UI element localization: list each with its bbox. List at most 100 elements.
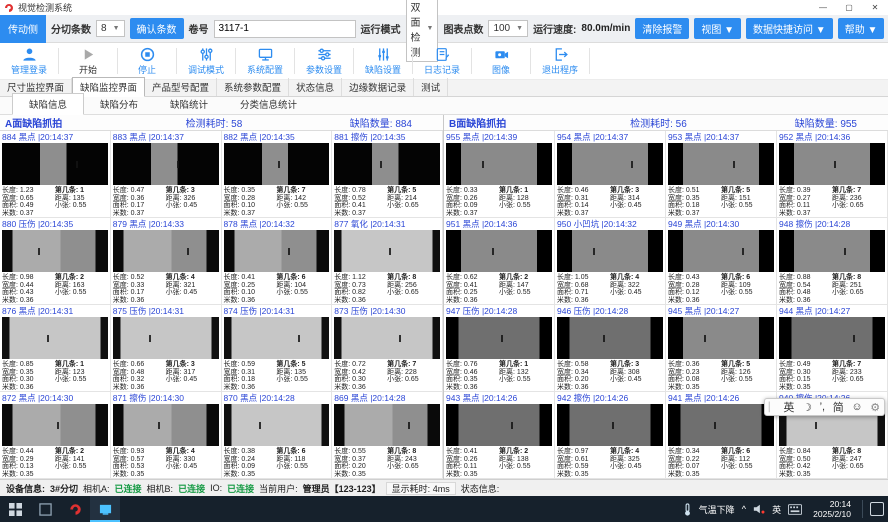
defect-image[interactable] bbox=[446, 404, 552, 446]
start-button[interactable]: 开始 bbox=[61, 47, 115, 76]
roll-input[interactable] bbox=[214, 20, 356, 38]
active-app-taskbar-icon[interactable] bbox=[90, 496, 120, 522]
defect-cell[interactable]: 873 压伤 |20:14:30 长度: 0.72 宽度: 0.42 面积: 0… bbox=[332, 305, 443, 392]
defect-image[interactable] bbox=[668, 317, 774, 359]
defect-image[interactable] bbox=[113, 404, 219, 446]
clear-alarm-button[interactable]: 清除报警 bbox=[635, 18, 689, 39]
defect-cell[interactable]: 876 黑点 |20:14:31 长度: 0.85 宽度: 0.35 面积: 0… bbox=[0, 305, 111, 392]
weather-status[interactable]: 气温下降 bbox=[699, 503, 735, 516]
ime-simplified-button[interactable]: 简 bbox=[833, 399, 844, 415]
defect-image[interactable] bbox=[224, 230, 330, 272]
defect-settings-button[interactable]: 缺陷设置 bbox=[356, 47, 410, 76]
defect-cell[interactable]: 880 压伤 |20:14:35 长度: 0.98 宽度: 0.44 面积: 0… bbox=[0, 218, 111, 305]
defect-cell[interactable]: 955 黑点 |20:14:39 长度: 0.33 宽度: 0.26 面积: 0… bbox=[444, 131, 555, 218]
defect-cell[interactable]: 947 压伤 |20:14:28 长度: 0.76 宽度: 0.46 面积: 0… bbox=[444, 305, 555, 392]
defect-image[interactable] bbox=[668, 230, 774, 272]
defect-image[interactable] bbox=[113, 317, 219, 359]
admin-login-button[interactable]: 管理登录 bbox=[2, 47, 56, 76]
defect-cell[interactable]: 951 黑点 |20:14:36 长度: 0.62 宽度: 0.41 面积: 0… bbox=[444, 218, 555, 305]
defect-cell[interactable]: 869 黑点 |20:14:28 长度: 0.55 宽度: 0.37 面积: 0… bbox=[332, 392, 443, 479]
debug-mode-button[interactable]: 调试模式 bbox=[179, 47, 233, 76]
defect-image[interactable] bbox=[446, 143, 552, 185]
defect-image[interactable] bbox=[113, 230, 219, 272]
view-menu-button[interactable]: 视图 ▼ bbox=[694, 18, 741, 39]
subtab-缺陷统计[interactable]: 缺陷统计 bbox=[154, 94, 224, 114]
chart-points-select[interactable]: 100▼ bbox=[488, 20, 528, 37]
ime-punctuation-button[interactable]: ’, bbox=[820, 401, 826, 413]
defect-cell[interactable]: 883 黑点 |20:14:37 长度: 0.47 宽度: 0.36 面积: 0… bbox=[111, 131, 222, 218]
defect-cell[interactable]: 942 擦伤 |20:14:26 长度: 0.97 宽度: 0.61 面积: 0… bbox=[555, 392, 666, 479]
log-record-button[interactable]: 日志记录 bbox=[415, 47, 469, 76]
defect-image[interactable] bbox=[334, 317, 440, 359]
defect-image[interactable] bbox=[334, 404, 440, 446]
defect-cell[interactable]: 944 黑点 |20:14:27 长度: 0.49 宽度: 0.30 面积: 0… bbox=[777, 305, 888, 392]
defect-image[interactable] bbox=[557, 230, 663, 272]
defect-cell[interactable]: 878 黑点 |20:14:32 长度: 0.41 宽度: 0.25 面积: 0… bbox=[222, 218, 333, 305]
defect-image[interactable] bbox=[668, 404, 774, 446]
defect-cell[interactable]: 882 黑点 |20:14:35 长度: 0.35 宽度: 0.28 面积: 0… bbox=[222, 131, 333, 218]
gear-icon[interactable]: ⚙ bbox=[870, 401, 880, 414]
defect-image[interactable] bbox=[224, 143, 330, 185]
defect-cell[interactable]: 877 氧化 |20:14:31 长度: 1.12 宽度: 0.73 面积: 0… bbox=[332, 218, 443, 305]
defect-image[interactable] bbox=[779, 317, 885, 359]
subtab-分类信息统计[interactable]: 分类信息统计 bbox=[224, 94, 313, 114]
param-settings-button[interactable]: 参数设置 bbox=[297, 47, 351, 76]
defect-image[interactable] bbox=[557, 143, 663, 185]
notification-center-icon[interactable] bbox=[870, 502, 884, 516]
data-quick-access-menu-button[interactable]: 数据快捷访问 ▼ bbox=[746, 18, 833, 39]
defect-image[interactable] bbox=[446, 230, 552, 272]
system-config-button[interactable]: 系统配置 bbox=[238, 47, 292, 76]
defect-cell[interactable]: 953 黑点 |20:14:37 长度: 0.51 宽度: 0.35 面积: 0… bbox=[666, 131, 777, 218]
moon-icon[interactable]: ☽ bbox=[802, 401, 812, 414]
ime-english-button[interactable]: 英 bbox=[783, 399, 794, 415]
defect-image[interactable] bbox=[557, 404, 663, 446]
defect-cell[interactable]: 948 擦伤 |20:14:28 长度: 0.88 宽度: 0.54 面积: 0… bbox=[777, 218, 888, 305]
defect-cell[interactable]: 949 黑点 |20:14:30 长度: 0.43 宽度: 0.28 面积: 0… bbox=[666, 218, 777, 305]
exit-program-button[interactable]: 退出程序 bbox=[533, 47, 587, 76]
maximize-button[interactable]: ▢ bbox=[836, 0, 862, 15]
subtab-缺陷信息[interactable]: 缺陷信息 bbox=[12, 93, 84, 115]
subtab-缺陷分布[interactable]: 缺陷分布 bbox=[84, 94, 154, 114]
defect-image[interactable] bbox=[2, 143, 108, 185]
defect-image[interactable] bbox=[779, 143, 885, 185]
defect-cell[interactable]: 946 压伤 |20:14:28 长度: 0.58 宽度: 0.34 面积: 0… bbox=[555, 305, 666, 392]
defect-image[interactable] bbox=[446, 317, 552, 359]
tab-边缘数据记录[interactable]: 边缘数据记录 bbox=[342, 78, 414, 96]
confirm-count-button[interactable]: 确认条数 bbox=[130, 18, 184, 39]
defect-cell[interactable]: 875 压伤 |20:14:31 长度: 0.66 宽度: 0.48 面积: 0… bbox=[111, 305, 222, 392]
defect-cell[interactable]: 879 黑点 |20:14:33 长度: 0.52 宽度: 0.33 面积: 0… bbox=[111, 218, 222, 305]
defect-image[interactable] bbox=[113, 143, 219, 185]
defect-cell[interactable]: 874 压伤 |20:14:31 长度: 0.59 宽度: 0.31 面积: 0… bbox=[222, 305, 333, 392]
defect-image[interactable] bbox=[2, 317, 108, 359]
defect-cell[interactable]: 941 黑点 |20:14:26 长度: 0.34 宽度: 0.22 面积: 0… bbox=[666, 392, 777, 479]
defect-cell[interactable]: 870 黑点 |20:14:28 长度: 0.38 宽度: 0.24 面积: 0… bbox=[222, 392, 333, 479]
close-button[interactable]: ✕ bbox=[862, 0, 888, 15]
help-menu-button[interactable]: 帮助 ▼ bbox=[838, 18, 885, 39]
defect-image[interactable] bbox=[224, 317, 330, 359]
tab-测试[interactable]: 测试 bbox=[414, 78, 448, 96]
defect-cell[interactable]: 952 黑点 |20:14:36 长度: 0.39 宽度: 0.27 面积: 0… bbox=[777, 131, 888, 218]
clock[interactable]: 20:14 2025/2/10 bbox=[809, 499, 855, 519]
volume-icon[interactable]: ● bbox=[753, 503, 765, 516]
drive-side-button[interactable]: 传动侧 bbox=[0, 15, 46, 43]
defect-image[interactable] bbox=[557, 317, 663, 359]
tray-expand-icon[interactable]: ^ bbox=[742, 504, 746, 514]
defect-image[interactable] bbox=[2, 404, 108, 446]
strip-count-select[interactable]: 8▼ bbox=[96, 20, 125, 37]
defect-cell[interactable]: 950 小凹坑 |20:14:32 长度: 1.05 宽度: 0.68 面积: … bbox=[555, 218, 666, 305]
minimize-button[interactable]: — bbox=[810, 0, 836, 15]
defect-cell[interactable]: 954 黑点 |20:14:37 长度: 0.46 宽度: 0.31 面积: 0… bbox=[555, 131, 666, 218]
defect-cell[interactable]: 872 黑点 |20:14:30 长度: 0.44 宽度: 0.29 面积: 0… bbox=[0, 392, 111, 479]
defect-cell[interactable]: 881 擦伤 |20:14:35 长度: 0.78 宽度: 0.52 面积: 0… bbox=[332, 131, 443, 218]
task-view-icon[interactable] bbox=[30, 496, 60, 522]
emoji-icon[interactable]: ☺ bbox=[851, 401, 862, 413]
defect-image[interactable] bbox=[668, 143, 774, 185]
touch-keyboard-icon[interactable] bbox=[788, 504, 802, 515]
image-button[interactable]: 图像 bbox=[474, 47, 528, 76]
ime-language-indicator[interactable]: 英 bbox=[772, 503, 781, 516]
defect-cell[interactable]: 871 擦伤 |20:14:30 长度: 0.93 宽度: 0.57 面积: 0… bbox=[111, 392, 222, 479]
defect-image[interactable] bbox=[334, 230, 440, 272]
start-button[interactable] bbox=[0, 496, 30, 522]
defect-image[interactable] bbox=[2, 230, 108, 272]
defect-cell[interactable]: 943 黑点 |20:14:26 长度: 0.41 宽度: 0.26 面积: 0… bbox=[444, 392, 555, 479]
